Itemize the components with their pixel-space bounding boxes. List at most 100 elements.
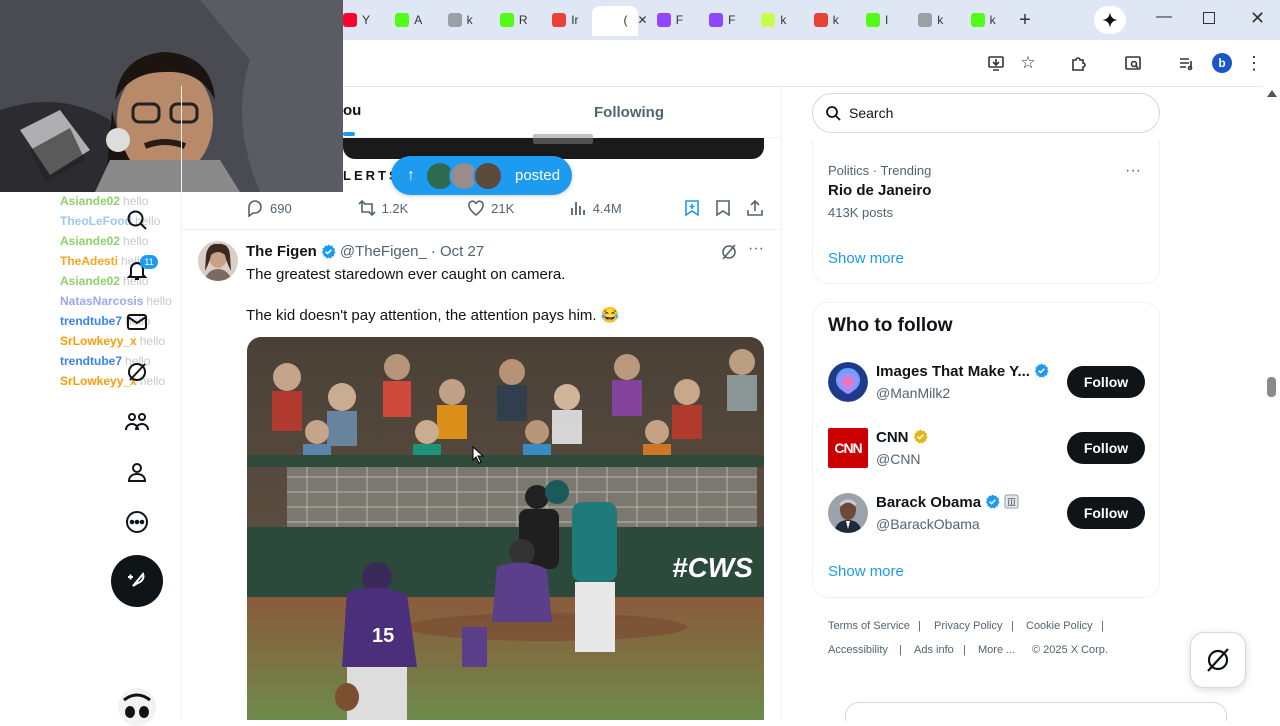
- follow-button[interactable]: Follow: [1067, 497, 1145, 529]
- trend-more-icon[interactable]: ···: [1125, 162, 1141, 180]
- follow-button[interactable]: Follow: [1067, 432, 1145, 464]
- tab-favicon-icon: [918, 13, 933, 27]
- follow-button[interactable]: Follow: [1067, 366, 1145, 398]
- tweet-more-icon[interactable]: ···: [746, 240, 766, 260]
- scrollbar-track[interactable]: [1263, 86, 1280, 720]
- repost-icon: [358, 199, 376, 217]
- follow-avatar[interactable]: [828, 493, 868, 533]
- tab-title: F: [728, 13, 736, 27]
- previous-tweet-actions: 690 1.2K 21K 4.4M: [246, 196, 766, 220]
- browser-tab[interactable]: F: [656, 8, 705, 32]
- privacy-link[interactable]: Privacy Policy: [934, 620, 1002, 632]
- browser-tab[interactable]: R: [499, 8, 548, 32]
- webcam-overlay: [0, 0, 343, 192]
- new-posts-pill[interactable]: ↑ posted: [391, 156, 572, 195]
- more-link[interactable]: More ...: [978, 644, 1015, 656]
- more-options-icon[interactable]: [120, 505, 154, 539]
- accessibility-link[interactable]: Accessibility: [828, 644, 888, 656]
- author-handle[interactable]: @TheFigen_: [340, 243, 427, 260]
- chat-username: Asiande02: [60, 194, 121, 208]
- browser-tab[interactable]: k: [813, 8, 862, 32]
- follow-suggestion-name[interactable]: Barack Obama: [876, 494, 1019, 511]
- grok-analyze-icon[interactable]: [720, 243, 738, 261]
- account-avatar[interactable]: [118, 688, 156, 726]
- share-button[interactable]: [746, 199, 766, 217]
- tab-title: Y: [362, 13, 371, 27]
- feather-plus-icon: [128, 571, 145, 587]
- tab-favicon-icon: [395, 13, 410, 27]
- tweet-video[interactable]: #CWS 15: [247, 337, 764, 720]
- communities-icon[interactable]: [120, 405, 154, 439]
- tab-title: A: [414, 13, 423, 27]
- tab-title: k: [937, 13, 944, 27]
- tab-favicon-icon: [447, 13, 462, 27]
- follow-avatar[interactable]: [828, 362, 868, 402]
- browser-tab[interactable]: A: [395, 8, 443, 32]
- profile-icon[interactable]: [120, 455, 154, 489]
- browser-tab[interactable]: (✕: [604, 8, 653, 32]
- browser-tab[interactable]: Y: [343, 8, 391, 32]
- search-box[interactable]: Search: [812, 93, 1160, 133]
- scroll-up-arrow-icon[interactable]: [1267, 90, 1277, 97]
- browser-tab[interactable]: k: [918, 8, 966, 32]
- profile-avatar[interactable]: b: [1212, 53, 1232, 73]
- tab-favicon-icon: [709, 13, 724, 27]
- views-button[interactable]: 4.4M: [569, 199, 685, 217]
- author-name[interactable]: The Figen: [246, 243, 317, 260]
- search-icon: [826, 106, 841, 121]
- chat-username: trendtube7: [60, 354, 123, 368]
- tab-favicon-icon: [499, 13, 514, 27]
- messages-drawer[interactable]: [845, 702, 1227, 721]
- follow-suggestion-name[interactable]: Images That Make Y...: [876, 363, 1049, 380]
- close-window-icon[interactable]: ✕: [1250, 8, 1270, 32]
- tab-for-you[interactable]: ou: [343, 102, 361, 119]
- scrollbar-thumb[interactable]: [1267, 377, 1276, 397]
- repost-button[interactable]: 1.2K: [358, 199, 468, 217]
- close-tab-icon[interactable]: ✕: [638, 13, 648, 27]
- posters-avatars: [425, 160, 503, 191]
- browser-tab[interactable]: k: [447, 8, 496, 32]
- grok-explain-button[interactable]: [684, 199, 715, 217]
- new-tab-icon[interactable]: +: [1013, 8, 1037, 32]
- trends-show-more[interactable]: Show more: [828, 250, 904, 267]
- extensions-icon[interactable]: [1066, 50, 1092, 76]
- trend-topic[interactable]: Rio de Janeiro: [828, 182, 931, 199]
- browser-tab[interactable]: F: [709, 8, 757, 32]
- bookmark-button[interactable]: [715, 199, 746, 217]
- messages-icon[interactable]: [120, 305, 154, 339]
- cookie-link[interactable]: Cookie Policy: [1026, 620, 1093, 632]
- restore-icon[interactable]: [1203, 12, 1215, 24]
- gemini-icon[interactable]: [1094, 6, 1126, 34]
- bookmark-star-icon[interactable]: ☆: [1015, 50, 1041, 76]
- tab-favicon-icon: [552, 13, 567, 27]
- tab-following[interactable]: Following: [594, 104, 664, 121]
- media-control-icon[interactable]: [1173, 50, 1199, 76]
- install-app-icon[interactable]: [983, 50, 1009, 76]
- grok-icon[interactable]: [120, 355, 154, 389]
- verified-badge-icon: [1034, 363, 1049, 378]
- browser-tab[interactable]: k: [761, 8, 809, 32]
- like-button[interactable]: 21K: [467, 199, 569, 217]
- cnn-logo[interactable]: CNN: [828, 428, 868, 468]
- verified-badge-icon: [321, 244, 336, 259]
- tweet-author-avatar[interactable]: [198, 241, 238, 281]
- browser-tab[interactable]: k: [970, 8, 1019, 32]
- browser-menu-icon[interactable]: ⋮: [1241, 50, 1267, 76]
- who-to-follow-show-more[interactable]: Show more: [828, 563, 904, 580]
- tab-favicon-icon: [604, 13, 619, 27]
- follow-suggestion-name[interactable]: CNN: [876, 429, 928, 446]
- notifications-icon[interactable]: 11: [120, 253, 158, 287]
- explore-icon[interactable]: [120, 203, 154, 237]
- cws-overlay-text: #CWS: [672, 552, 753, 583]
- ads-info-link[interactable]: Ads info: [914, 644, 954, 656]
- views-count: 4.4M: [592, 200, 622, 216]
- reply-button[interactable]: 690: [246, 199, 358, 217]
- minimize-icon[interactable]: —: [1156, 8, 1176, 32]
- browser-tab[interactable]: Ir: [552, 8, 600, 32]
- tweet-date[interactable]: · Oct 27: [431, 243, 484, 260]
- grok-floating-button[interactable]: [1190, 632, 1246, 688]
- browser-tab[interactable]: I: [866, 8, 914, 32]
- tab-search-icon[interactable]: [1120, 50, 1146, 76]
- compose-post-button[interactable]: [111, 555, 163, 607]
- terms-link[interactable]: Terms of Service: [828, 620, 910, 632]
